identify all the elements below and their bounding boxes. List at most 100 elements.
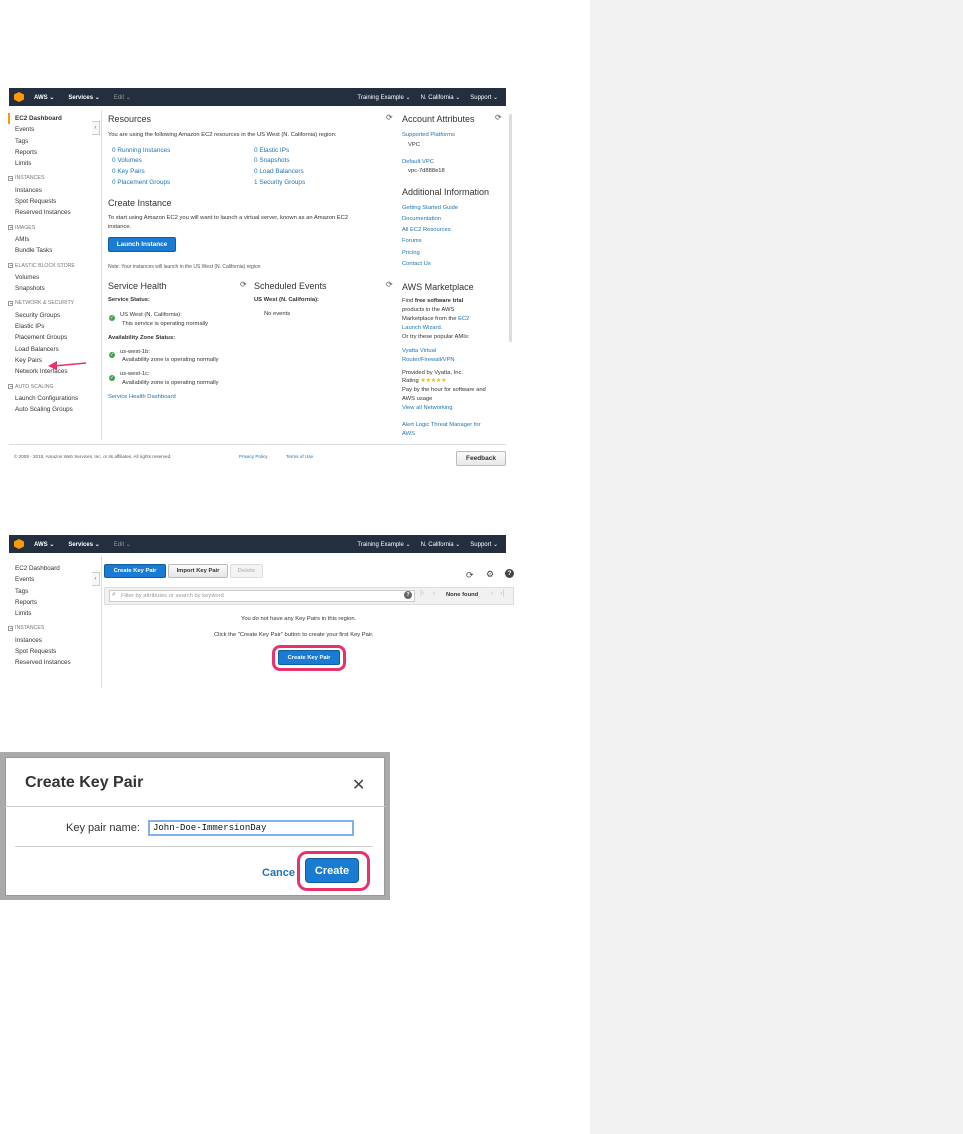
- launch-wizard-link[interactable]: Launch Wizard.: [402, 325, 442, 331]
- view-all-networking-link[interactable]: View all Networking: [402, 405, 452, 411]
- key-pair-name-input[interactable]: John-Doe-ImmersionDay: [148, 820, 354, 836]
- pricing-link[interactable]: Pricing: [402, 250, 420, 256]
- ec2-wizard-link[interactable]: EC2: [458, 316, 469, 322]
- cancel-button[interactable]: Cance: [262, 867, 295, 879]
- sidebar-item-placement-groups[interactable]: Placement Groups: [15, 332, 100, 343]
- key-pairs-link[interactable]: 0 Key Pairs: [112, 168, 145, 175]
- delete-button[interactable]: Delete: [230, 564, 263, 578]
- sidebar-item-spot-requests[interactable]: Spot Requests: [15, 646, 100, 657]
- contact-us-link[interactable]: Contact Us: [402, 261, 431, 267]
- sidebar-item-reserved-instances[interactable]: Reserved Instances: [15, 207, 100, 218]
- sidebar-item-ec2-dashboard[interactable]: EC2 Dashboard: [15, 563, 100, 574]
- refresh-icon[interactable]: ⟳: [240, 280, 247, 289]
- sidebar-item-ec2-dashboard[interactable]: EC2 Dashboard: [8, 113, 100, 125]
- forums-link[interactable]: Forums: [402, 238, 422, 244]
- close-icon[interactable]: ✕: [352, 775, 365, 795]
- aws-menu[interactable]: AWS ⌄: [34, 94, 54, 101]
- sidebar-item-instances[interactable]: Instances: [15, 635, 100, 646]
- alert-logic-ami-link[interactable]: Alert Logic Threat Manager for: [402, 422, 481, 428]
- sidebar-item-volumes[interactable]: Volumes: [15, 272, 100, 283]
- sidebar-item-elastic-ips[interactable]: Elastic IPs: [15, 321, 100, 332]
- sidebar-item-bundle-tasks[interactable]: Bundle Tasks: [15, 245, 100, 256]
- privacy-policy-link[interactable]: Privacy Policy: [239, 454, 268, 459]
- default-vpc-link[interactable]: Default VPC: [402, 159, 434, 165]
- create-key-pair-button[interactable]: Create Key Pair: [104, 564, 166, 578]
- support-menu[interactable]: Support ⌄: [470, 94, 498, 101]
- edit-menu[interactable]: Edit ⌄: [114, 94, 131, 101]
- scheduled-events-heading: Scheduled Events: [254, 281, 327, 291]
- all-ec2-resources-link[interactable]: All EC2 Resources: [402, 227, 451, 233]
- sidebar-item-auto-scaling-groups[interactable]: Auto Scaling Groups: [15, 404, 100, 415]
- support-menu[interactable]: Support ⌄: [470, 541, 498, 548]
- sidebar-item-reports[interactable]: Reports: [15, 147, 100, 158]
- collapse-sidebar-button[interactable]: ‹: [92, 121, 100, 135]
- placement-groups-link[interactable]: 0 Placement Groups: [112, 179, 170, 186]
- sidebar-item-tags[interactable]: Tags: [15, 586, 100, 597]
- services-menu[interactable]: Services ⌄: [68, 94, 99, 101]
- sidebar-item-reports[interactable]: Reports: [15, 597, 100, 608]
- terms-of-use-link[interactable]: Terms of Use: [286, 454, 313, 459]
- sidebar-item-reserved-instances[interactable]: Reserved Instances: [15, 657, 100, 668]
- launch-instance-button[interactable]: Launch Instance: [108, 237, 176, 252]
- prev-page-icon[interactable]: ‹: [433, 590, 435, 597]
- last-page-icon[interactable]: ›|: [500, 590, 504, 597]
- sidebar-item-events[interactable]: Events: [15, 574, 100, 585]
- create-button[interactable]: Create: [305, 858, 359, 883]
- region-menu[interactable]: N. California ⌄: [421, 541, 461, 548]
- sidebar-item-tags[interactable]: Tags: [15, 136, 100, 147]
- filter-help-icon[interactable]: ?: [404, 591, 412, 599]
- security-groups-link[interactable]: 1 Security Groups: [254, 179, 305, 186]
- services-menu[interactable]: Services ⌄: [68, 541, 99, 548]
- elastic-ips-link[interactable]: 0 Elastic IPs: [254, 147, 289, 154]
- refresh-icon[interactable]: ⟳: [386, 113, 393, 122]
- vyatta-ami-link-cont[interactable]: Router/Firewall/VPN: [402, 357, 455, 363]
- sidebar-section-auto-scaling[interactable]: AUTO SCALING: [8, 382, 100, 393]
- sidebar-item-snapshots[interactable]: Snapshots: [15, 283, 100, 294]
- sidebar-section-images[interactable]: IMAGES: [8, 223, 100, 234]
- sidebar-item-amis[interactable]: AMIs: [15, 234, 100, 245]
- region-menu[interactable]: N. California ⌄: [421, 94, 461, 101]
- sidebar-section-ebs[interactable]: ELASTIC BLOCK STORE: [8, 261, 100, 272]
- sidebar-item-spot-requests[interactable]: Spot Requests: [15, 196, 100, 207]
- sidebar-item-instances[interactable]: Instances: [15, 185, 100, 196]
- refresh-icon[interactable]: ⟳: [466, 570, 474, 581]
- supported-platforms-link[interactable]: Supported Platforms: [402, 132, 455, 138]
- collapse-sidebar-button[interactable]: ‹: [92, 572, 100, 586]
- running-instances-link[interactable]: 0 Running Instances: [112, 147, 170, 154]
- help-icon[interactable]: ?: [505, 569, 514, 578]
- edit-menu[interactable]: Edit ⌄: [114, 541, 131, 548]
- aws-logo-icon[interactable]: [14, 92, 24, 102]
- volumes-link[interactable]: 0 Volumes: [112, 157, 142, 164]
- account-attributes-heading: Account Attributes: [402, 114, 475, 124]
- sidebar-item-launch-configurations[interactable]: Launch Configurations: [15, 393, 100, 404]
- sidebar-item-events[interactable]: Events: [15, 124, 100, 135]
- refresh-icon[interactable]: ⟳: [495, 113, 502, 122]
- account-menu[interactable]: Training Example ⌄: [357, 94, 410, 101]
- aws-logo-icon[interactable]: [14, 539, 24, 549]
- create-key-pair-center-button[interactable]: Create Key Pair: [278, 650, 340, 665]
- service-health-dashboard-link[interactable]: Service Health Dashboard: [108, 394, 176, 400]
- page-scrollbar[interactable]: [509, 114, 512, 342]
- getting-started-link[interactable]: Getting Started Guide: [402, 205, 458, 211]
- sidebar-item-security-groups[interactable]: Security Groups: [15, 310, 100, 321]
- documentation-link[interactable]: Documentation: [402, 216, 441, 222]
- gear-icon[interactable]: ⚙: [486, 569, 494, 580]
- vyatta-ami-link[interactable]: Vyatta Virtual: [402, 348, 436, 354]
- sidebar-item-limits[interactable]: Limits: [15, 608, 100, 619]
- sidebar-item-load-balancers[interactable]: Load Balancers: [15, 344, 100, 355]
- snapshots-link[interactable]: 0 Snapshots: [254, 157, 290, 164]
- feedback-button[interactable]: Feedback: [456, 451, 506, 466]
- account-menu[interactable]: Training Example ⌄: [357, 541, 410, 548]
- sidebar-section-instances[interactable]: INSTANCES: [8, 623, 100, 634]
- next-page-icon[interactable]: ›: [491, 590, 493, 597]
- sidebar-section-instances[interactable]: INSTANCES: [8, 173, 100, 184]
- alert-logic-ami-link-cont[interactable]: AWS: [402, 431, 415, 437]
- sidebar-section-network[interactable]: NETWORK & SECURITY: [8, 298, 100, 309]
- import-key-pair-button[interactable]: Import Key Pair: [168, 564, 228, 578]
- aws-menu[interactable]: AWS ⌄: [34, 541, 54, 548]
- load-balancers-link[interactable]: 0 Load Balancers: [254, 168, 304, 175]
- filter-search-input[interactable]: Filter by attributes or search by keywor…: [109, 590, 415, 602]
- first-page-icon[interactable]: |‹: [420, 590, 424, 597]
- sidebar-item-limits[interactable]: Limits: [15, 158, 100, 169]
- refresh-icon[interactable]: ⟳: [386, 280, 393, 289]
